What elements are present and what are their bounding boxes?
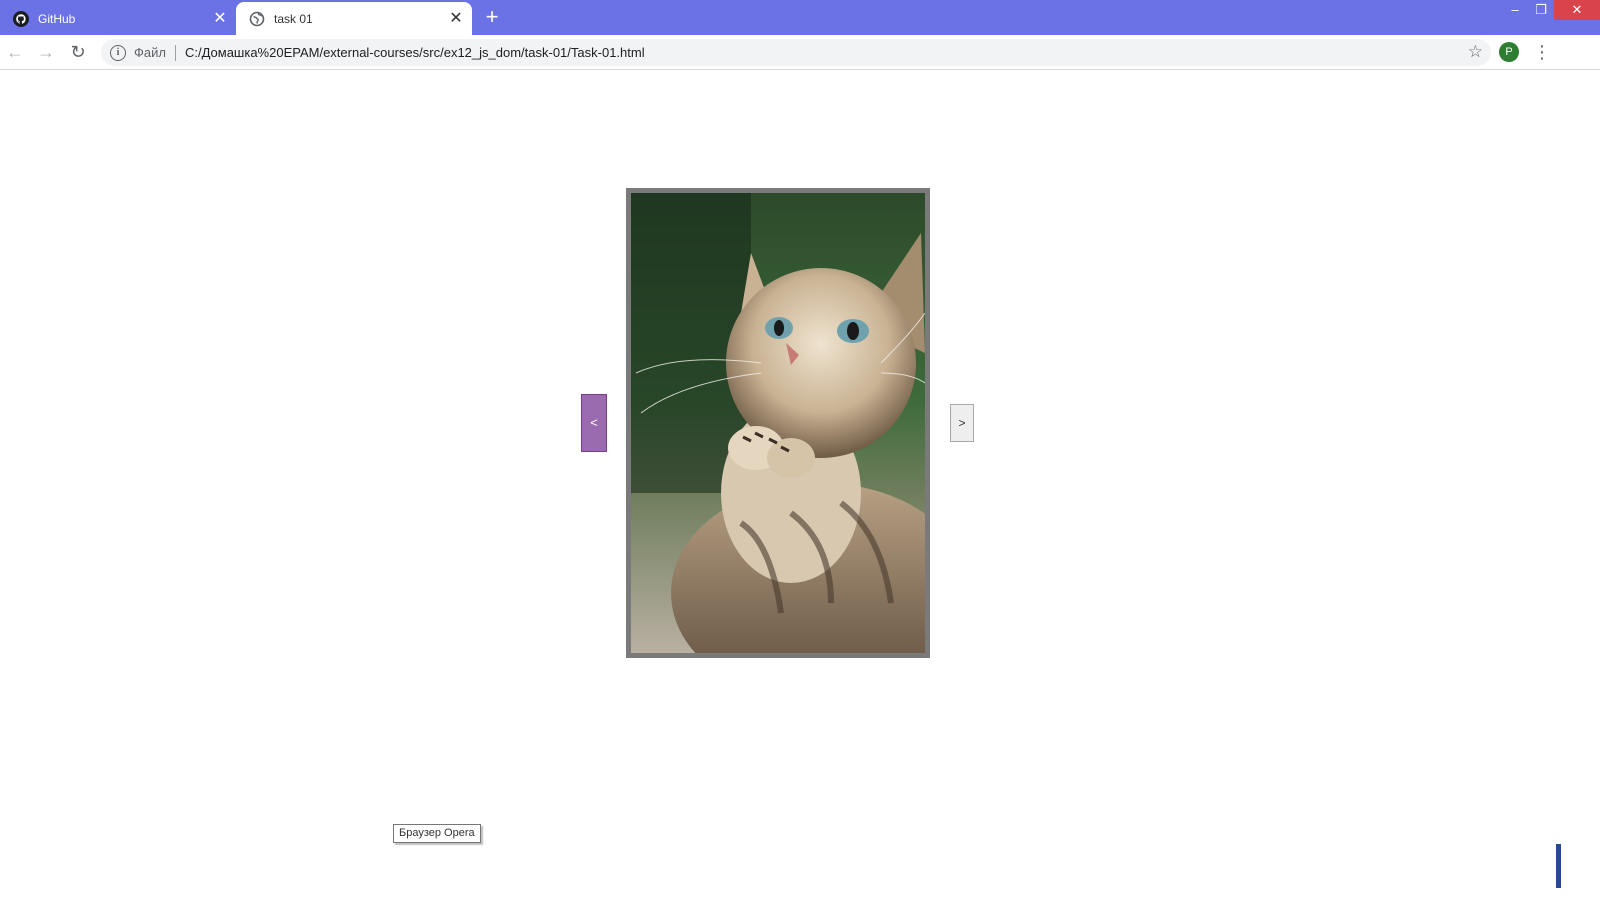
new-tab-button[interactable]: + bbox=[481, 6, 503, 29]
url-text[interactable]: C:/Домашка%20EPAM/external-courses/src/e… bbox=[185, 45, 645, 60]
forward-arrow-icon[interactable]: → bbox=[35, 41, 57, 63]
prev-slide-button[interactable]: < bbox=[581, 394, 607, 452]
bookmark-star-icon[interactable]: ☆ bbox=[1468, 42, 1483, 62]
scheme-label: Файл bbox=[134, 45, 166, 60]
slider-frame bbox=[626, 188, 930, 658]
restore-icon[interactable]: ❐ bbox=[1528, 0, 1554, 20]
address-bar[interactable]: i Файл C:/Домашка%20EPAM/external-course… bbox=[101, 39, 1491, 66]
next-slide-button[interactable]: > bbox=[950, 404, 974, 442]
tab-github[interactable]: GitHub ✕ bbox=[0, 2, 236, 35]
kitten-image bbox=[631, 193, 925, 653]
taskbar-edge bbox=[1556, 844, 1561, 888]
github-icon bbox=[13, 10, 29, 27]
taskbar-tooltip: Браузер Opera bbox=[393, 824, 481, 843]
tab-strip: GitHub ✕ task 01 ✕ + – ❐ ✕ bbox=[0, 0, 1600, 35]
close-tab-icon[interactable]: ✕ bbox=[448, 10, 464, 27]
globe-icon bbox=[249, 11, 265, 27]
tab-title: GitHub bbox=[38, 11, 76, 26]
close-tab-icon[interactable]: ✕ bbox=[212, 10, 228, 27]
browser-toolbar: ← → ↻ i Файл C:/Домашка%20EPAM/external-… bbox=[0, 35, 1600, 70]
profile-avatar[interactable]: P bbox=[1499, 42, 1519, 62]
reload-icon[interactable]: ↻ bbox=[67, 41, 89, 63]
tab-title: task 01 bbox=[274, 11, 313, 26]
tab-task-01[interactable]: task 01 ✕ bbox=[236, 2, 472, 35]
back-arrow-icon[interactable]: ← bbox=[4, 41, 26, 63]
minimize-icon[interactable]: – bbox=[1502, 0, 1528, 20]
close-window-icon[interactable]: ✕ bbox=[1554, 0, 1600, 20]
window-controls: – ❐ ✕ bbox=[1502, 0, 1600, 22]
kebab-menu-icon[interactable]: ⋮ bbox=[1533, 41, 1551, 63]
info-icon[interactable]: i bbox=[110, 44, 126, 61]
divider bbox=[174, 44, 176, 61]
